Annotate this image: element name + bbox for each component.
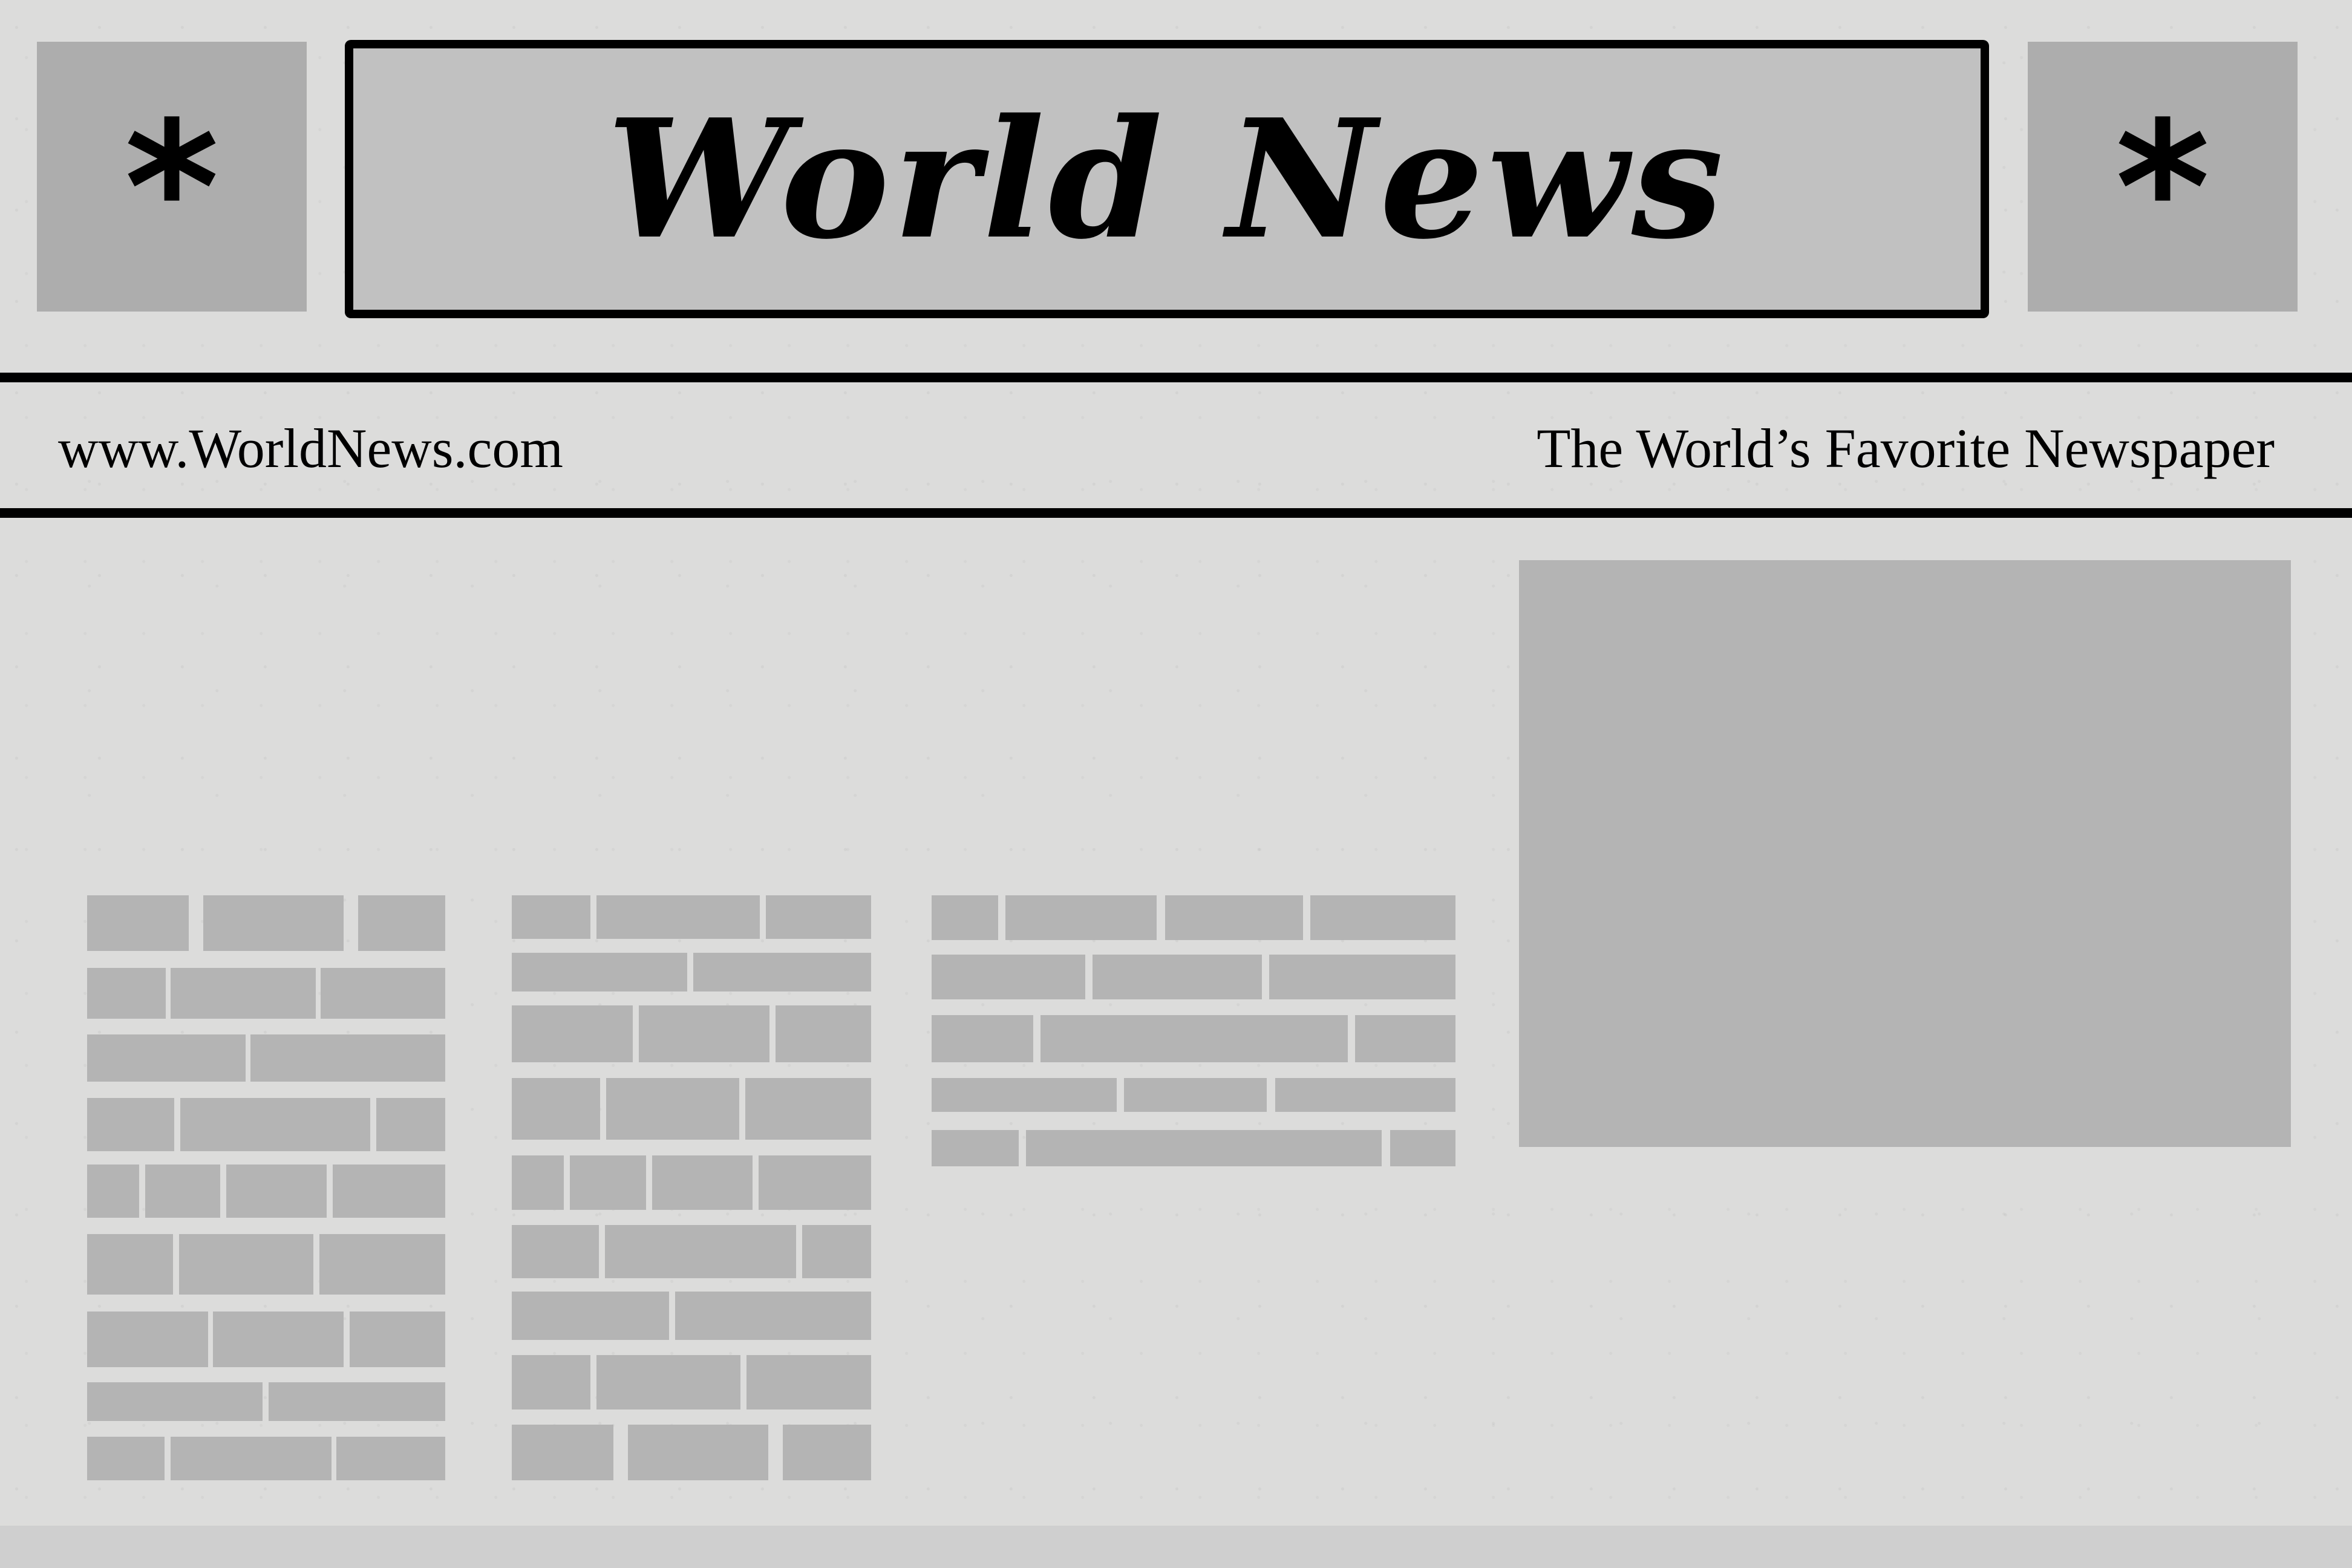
left-ornament-box: *	[37, 42, 307, 312]
website-link[interactable]: www.WorldNews.com	[58, 420, 563, 476]
bottom-divider	[0, 508, 2352, 518]
masthead-title-box: World News	[345, 40, 1989, 318]
image-placeholder	[1519, 560, 2291, 1147]
page-title: World News	[607, 83, 1727, 275]
top-divider	[0, 373, 2352, 382]
right-ornament-box: *	[2028, 42, 2298, 312]
asterisk-icon: *	[2115, 83, 2210, 294]
asterisk-icon: *	[124, 83, 220, 294]
footer-strip	[0, 1526, 2352, 1568]
tagline: The World’s Favorite Newspaper	[1537, 417, 2275, 479]
